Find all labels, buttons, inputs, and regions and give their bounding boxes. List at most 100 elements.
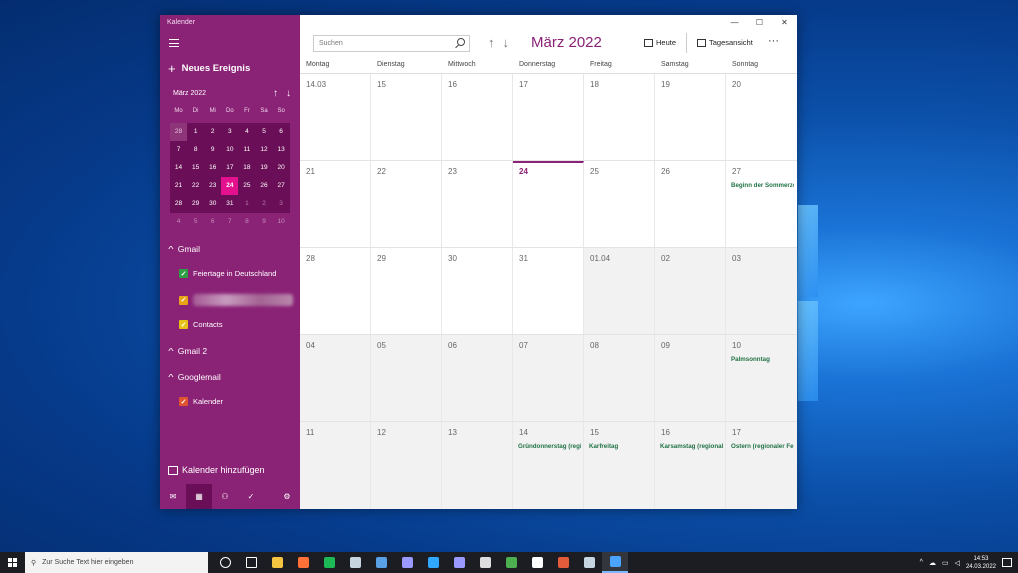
mini-day[interactable]: 16 [204, 159, 221, 177]
mini-day[interactable]: 5 [255, 123, 272, 141]
mini-day[interactable]: 28 [170, 123, 188, 141]
mini-day[interactable]: 18 [238, 159, 255, 177]
mini-day[interactable]: 21 [170, 177, 187, 195]
account-googlemail[interactable]: ^ Googlemail [168, 372, 221, 382]
day-cell[interactable]: 25 [584, 161, 655, 247]
steam-icon[interactable] [342, 552, 368, 573]
calendar-item-kalender[interactable]: ✓ Kalender [179, 397, 223, 406]
chevron-up-icon[interactable]: ^ [920, 559, 923, 566]
day-cell[interactable]: 06 [442, 335, 513, 421]
arrow-up-icon[interactable]: ↑ [273, 88, 278, 99]
mini-day[interactable]: 4 [238, 123, 255, 141]
mini-day[interactable]: 2 [204, 123, 221, 141]
mini-day[interactable]: 6 [273, 123, 290, 141]
calendar-item-blurred[interactable]: ✓ [179, 294, 293, 306]
mini-day[interactable]: 1 [187, 123, 204, 141]
day-cell[interactable]: 07 [513, 335, 584, 421]
droplet-app-icon[interactable] [368, 552, 394, 573]
todo-icon[interactable]: ✓ [238, 484, 264, 509]
calendar-icon[interactable]: ▦ [186, 484, 212, 509]
account-gmail-2[interactable]: ^ Gmail 2 [168, 346, 207, 356]
checkbox-checked-icon[interactable]: ✓ [179, 269, 188, 278]
mini-day[interactable]: 5 [187, 213, 204, 231]
day-cell[interactable]: 03 [726, 248, 797, 334]
mini-day[interactable]: 14 [170, 159, 187, 177]
mini-day[interactable]: 30 [204, 195, 221, 213]
mini-day[interactable]: 13 [273, 141, 290, 159]
day-cell[interactable]: 18 [584, 74, 655, 160]
cloud-icon[interactable]: ☁ [929, 559, 936, 567]
steam-icon-2[interactable] [576, 552, 602, 573]
day-cell[interactable]: 11 [300, 422, 371, 509]
day-cell[interactable]: 05 [371, 335, 442, 421]
app-icon[interactable] [524, 552, 550, 573]
day-cell[interactable]: 26 [655, 161, 726, 247]
day-cell[interactable]: 17 [513, 74, 584, 160]
mini-day[interactable]: 25 [238, 177, 255, 195]
calendar-app-icon[interactable] [602, 552, 628, 573]
mini-day[interactable]: 26 [255, 177, 272, 195]
mini-day[interactable]: 9 [255, 213, 272, 231]
photoshop-icon[interactable] [420, 552, 446, 573]
add-calendar-button[interactable]: Kalender hinzufügen [168, 465, 265, 475]
day-cell[interactable]: 09 [655, 335, 726, 421]
clock[interactable]: 14:53 24.03.2022 [966, 555, 996, 571]
event-item[interactable]: Palmsonntag [731, 356, 794, 363]
minimize-icon[interactable]: — [722, 15, 747, 31]
more-options-icon[interactable]: ··· [768, 35, 779, 47]
search-icon[interactable] [457, 38, 465, 46]
mini-day[interactable]: 8 [238, 213, 255, 231]
day-cell[interactable]: 04 [300, 335, 371, 421]
month-title[interactable]: März 2022 [531, 34, 602, 51]
day-cell-today[interactable]: 24 [513, 161, 584, 247]
mini-day[interactable]: 4 [170, 213, 187, 231]
chrome-icon[interactable] [498, 552, 524, 573]
spotify-icon[interactable] [316, 552, 342, 573]
mini-day[interactable]: 10 [273, 213, 290, 231]
previous-month-icon[interactable]: ↑ [488, 35, 495, 50]
view-switcher-button[interactable]: Tagesansicht [697, 38, 753, 47]
mini-calendar-title[interactable]: März 2022 [173, 90, 206, 97]
day-cell[interactable]: 12 [371, 422, 442, 509]
notepad-icon[interactable] [472, 552, 498, 573]
day-cell[interactable]: 28 [300, 248, 371, 334]
mini-day[interactable]: 17 [221, 159, 238, 177]
day-cell[interactable]: 15 Karfreitag [584, 422, 655, 509]
day-cell[interactable]: 27 Beginn der Sommerzeit [726, 161, 797, 247]
notification-icon[interactable] [1002, 558, 1012, 567]
mini-day[interactable]: 24 [221, 177, 239, 195]
mini-day[interactable]: 3 [273, 195, 290, 213]
event-item[interactable]: Ostern (regionaler Feiertag) [731, 443, 794, 450]
day-cell[interactable]: 17 Ostern (regionaler Feiertag) [726, 422, 797, 509]
gear-icon[interactable]: ⚙ [274, 484, 300, 509]
mini-day[interactable]: 20 [273, 159, 290, 177]
mini-day[interactable]: 12 [255, 141, 272, 159]
mini-day[interactable]: 19 [255, 159, 272, 177]
mini-day[interactable]: 9 [204, 141, 221, 159]
day-cell[interactable]: 30 [442, 248, 513, 334]
checkbox-checked-icon[interactable]: ✓ [179, 397, 188, 406]
event-item[interactable]: Karsamstag (regional) [660, 443, 723, 450]
event-item[interactable]: Gründonnerstag (regional) [518, 443, 581, 450]
day-cell[interactable]: 02 [655, 248, 726, 334]
calendar-item-feiertage[interactable]: ✓ Feiertage in Deutschland [179, 269, 276, 278]
mini-day[interactable]: 10 [221, 141, 238, 159]
mini-day[interactable]: 7 [170, 141, 187, 159]
after-effects-icon[interactable] [446, 552, 472, 573]
mini-day[interactable]: 31 [221, 195, 238, 213]
next-month-icon[interactable]: ↓ [503, 35, 510, 50]
arrow-down-icon[interactable]: ↓ [286, 88, 291, 99]
new-event-button[interactable]: + Neues Ereignis [168, 62, 250, 75]
day-cell[interactable]: 10 Palmsonntag [726, 335, 797, 421]
start-button[interactable] [0, 552, 25, 573]
mini-day[interactable]: 8 [187, 141, 204, 159]
day-cell[interactable]: 15 [371, 74, 442, 160]
mini-day[interactable]: 1 [238, 195, 255, 213]
game-icon[interactable] [550, 552, 576, 573]
mini-day[interactable]: 15 [187, 159, 204, 177]
day-cell[interactable]: 01.04 [584, 248, 655, 334]
event-item[interactable]: Beginn der Sommerzeit [731, 182, 794, 189]
hamburger-menu-icon[interactable] [169, 39, 179, 47]
firefox-icon[interactable] [290, 552, 316, 573]
mini-day[interactable]: 7 [221, 213, 238, 231]
